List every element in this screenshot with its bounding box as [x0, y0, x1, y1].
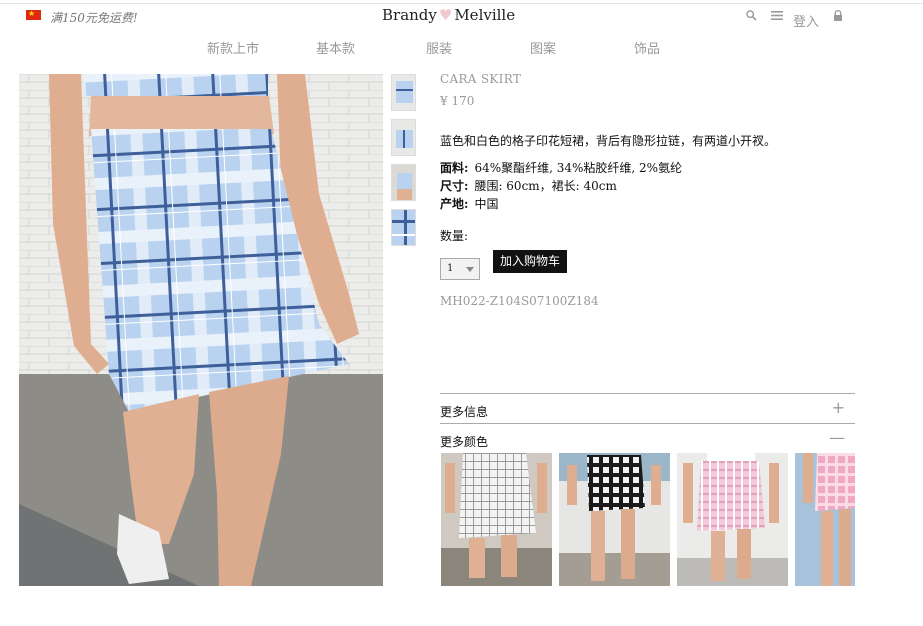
- nav-item-new-arrivals[interactable]: 新款上市: [207, 38, 259, 57]
- spec-value: 64%聚酯纤维, 34%粘胶纤维, 2%氨纶: [474, 161, 683, 175]
- brand-name-right: Melville: [454, 6, 516, 24]
- accordion-more-colors[interactable]: 更多颜色 —: [440, 423, 855, 453]
- accordion-label: 更多信息: [440, 405, 489, 419]
- thumbnail-2[interactable]: [391, 119, 416, 156]
- brand-logo[interactable]: Brandy ♥ Melville: [382, 6, 515, 24]
- login-link[interactable]: 登入: [793, 11, 819, 30]
- quantity-select[interactable]: 1: [440, 258, 480, 280]
- spec-origin: 产地: 中国: [440, 195, 855, 213]
- spec-label: 尺寸:: [440, 179, 469, 193]
- product-sku: MH022-Z104S07100Z184: [440, 294, 599, 308]
- product-specs: 面料: 64%聚酯纤维, 34%粘胶纤维, 2%氨纶 尺寸: 腰围: 60cm，裙长…: [440, 159, 855, 213]
- lock-icon[interactable]: [833, 10, 843, 25]
- spec-value: 腰围: 60cm，裙长: 40cm: [474, 179, 617, 193]
- spec-label: 产地:: [440, 197, 469, 211]
- menu-icon[interactable]: [770, 10, 783, 25]
- nav-item-basics[interactable]: 基本款: [316, 38, 355, 57]
- china-flag-icon[interactable]: ★: [26, 9, 41, 20]
- product-price: ¥ 170: [440, 94, 475, 108]
- search-icon[interactable]: [746, 10, 757, 25]
- product-main-image[interactable]: [19, 74, 383, 586]
- color-variant-black-plaid[interactable]: [559, 453, 670, 586]
- product-description: 蓝色和白色的格子印花短裙，背后有隐形拉链，有两道小开衩。: [440, 134, 777, 148]
- accordion-label: 更多颜色: [440, 435, 489, 449]
- thumbnail-4[interactable]: [391, 209, 416, 246]
- color-variant-white-plaid[interactable]: [441, 453, 552, 586]
- quantity-row: 1 加入购物车: [440, 244, 855, 280]
- nav-item-clothing[interactable]: 服装: [426, 38, 452, 57]
- spec-label: 面料:: [440, 161, 469, 175]
- quantity-label: 数量:: [440, 229, 469, 243]
- nav-item-prints[interactable]: 图案: [530, 38, 556, 57]
- color-variant-pink-plaid[interactable]: [677, 453, 788, 586]
- product-info: CARA SKIRT ¥ 170 蓝色和白色的格子印花短裙，背后有隐形拉链，有两…: [440, 72, 855, 308]
- spec-fabric: 面料: 64%聚酯纤维, 34%粘胶纤维, 2%氨纶: [440, 159, 855, 177]
- header-divider: [0, 3, 923, 4]
- color-variant-pink-check[interactable]: [795, 453, 855, 586]
- plus-icon[interactable]: +: [832, 398, 845, 417]
- chevron-down-icon: [466, 267, 474, 272]
- thumbnail-3[interactable]: [391, 164, 416, 201]
- spec-size: 尺寸: 腰围: 60cm，裙长: 40cm: [440, 177, 855, 195]
- spec-value: 中国: [474, 197, 499, 211]
- thumbnail-list: [391, 74, 416, 254]
- color-variants: [441, 453, 855, 586]
- nav-item-accessories[interactable]: 饰品: [634, 38, 660, 57]
- brand-name-left: Brandy: [382, 6, 437, 24]
- minus-icon[interactable]: —: [829, 428, 845, 447]
- thumbnail-1[interactable]: [391, 74, 416, 111]
- header-actions: 登入: [746, 8, 843, 30]
- shipping-promo: 满150元免运费!: [50, 11, 138, 25]
- add-to-cart-button[interactable]: 加入购物车: [493, 250, 568, 273]
- heart-icon: ♥: [438, 6, 453, 24]
- quantity-value: 1: [447, 263, 454, 274]
- product-name: CARA SKIRT: [440, 72, 522, 86]
- accordion-more-info[interactable]: 更多信息 +: [440, 393, 855, 423]
